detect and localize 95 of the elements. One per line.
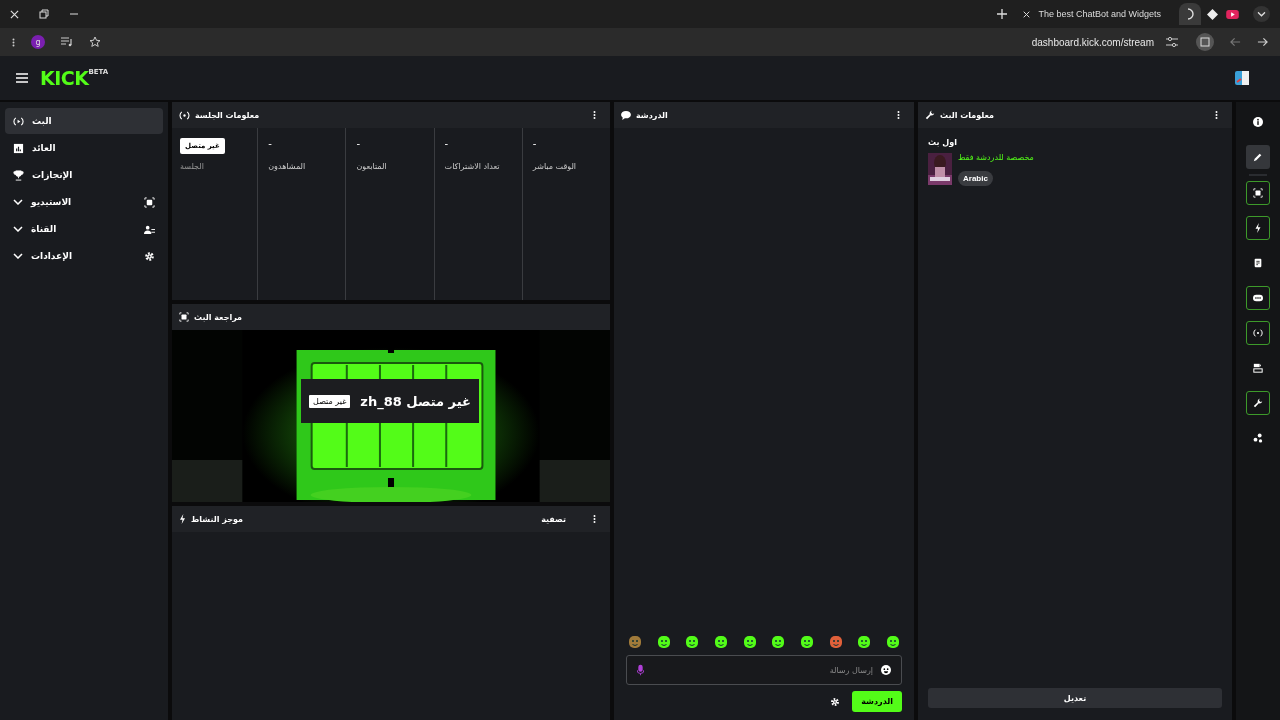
broadcast-icon bbox=[1253, 328, 1263, 338]
dots-icon bbox=[1253, 433, 1263, 443]
screen-icon bbox=[1253, 188, 1263, 198]
playlist-icon[interactable] bbox=[61, 37, 73, 47]
address-bar[interactable]: dashboard.kick.com/stream bbox=[1031, 36, 1154, 48]
broadcast-icon bbox=[179, 110, 190, 120]
stat-label: المشاهدون bbox=[268, 162, 306, 171]
chevron-down-icon[interactable] bbox=[13, 199, 23, 205]
panel-title: موجز النشاط bbox=[191, 514, 243, 524]
stream-title: اول بث bbox=[928, 138, 957, 147]
browser-tab[interactable]: The best ChatBot and Widgets bbox=[1017, 5, 1167, 23]
pencil-icon bbox=[1253, 152, 1263, 162]
video-play-icon[interactable] bbox=[1226, 9, 1239, 19]
star-icon[interactable] bbox=[89, 36, 101, 48]
restore-icon[interactable] bbox=[39, 9, 49, 19]
panel-title: معلومات الجلسة bbox=[195, 110, 260, 120]
stat-value: - bbox=[532, 138, 537, 150]
settings-icon bbox=[144, 250, 155, 262]
more-options-icon[interactable] bbox=[897, 110, 900, 120]
kick-logo[interactable]: KICK bbox=[40, 67, 89, 89]
back-arrow-icon[interactable] bbox=[1230, 37, 1241, 47]
panel-title: معلومات البث bbox=[940, 110, 994, 120]
tag-chip: Arabic bbox=[958, 171, 993, 186]
tune-icon[interactable] bbox=[1166, 37, 1178, 47]
panel-title: مراجعة البث bbox=[194, 312, 243, 322]
stat-label: الوقت مباشر bbox=[532, 162, 577, 171]
chat-bubble-icon bbox=[1253, 293, 1263, 303]
more-options-icon[interactable] bbox=[1215, 110, 1218, 120]
emote-icon[interactable] bbox=[799, 635, 814, 649]
chat-bubble-icon bbox=[621, 110, 631, 120]
chat-send-button[interactable]: الدردشة bbox=[852, 691, 902, 712]
sidebar-item[interactable]: العائد bbox=[5, 135, 163, 161]
emote-icon[interactable] bbox=[857, 635, 872, 649]
emote-icon[interactable] bbox=[656, 635, 671, 649]
stat-label: الجلسة bbox=[180, 162, 204, 171]
stat-label: تعداد الاشتراكات bbox=[444, 162, 500, 171]
loading-spinner-icon bbox=[1185, 8, 1195, 20]
settings-icon[interactable] bbox=[830, 696, 841, 707]
offline-title: غير متصل zh_88 bbox=[360, 393, 471, 409]
sidebar-item[interactable]: البث bbox=[5, 108, 163, 134]
stat-label: المتابعون bbox=[356, 162, 387, 171]
panel-title: الدردشة bbox=[636, 110, 668, 120]
emote-icon[interactable] bbox=[685, 635, 700, 649]
category-link[interactable]: مخصصة للدردشة فقط bbox=[958, 153, 1034, 162]
chevron-down-icon[interactable] bbox=[1253, 6, 1270, 22]
browser-tab[interactable] bbox=[1179, 3, 1201, 25]
sidebar-item[interactable]: الاستيديو bbox=[5, 189, 163, 215]
status-badge: غير متصل bbox=[309, 394, 351, 408]
close-icon[interactable] bbox=[10, 9, 19, 19]
emote-icon[interactable] bbox=[885, 635, 900, 649]
rail-button[interactable] bbox=[1246, 321, 1270, 345]
rail-button[interactable] bbox=[1246, 216, 1270, 240]
stat-value: - bbox=[268, 138, 272, 150]
emote-icon[interactable] bbox=[742, 635, 757, 649]
sidebar-item[interactable]: القناة bbox=[5, 216, 163, 242]
chevron-down-icon[interactable] bbox=[13, 253, 23, 259]
menu-icon[interactable] bbox=[16, 73, 28, 83]
rail-button[interactable] bbox=[1246, 391, 1270, 415]
sidebar-item[interactable]: الإنجازات bbox=[5, 162, 163, 188]
more-options-icon[interactable] bbox=[593, 514, 596, 524]
microphone-icon[interactable] bbox=[637, 664, 644, 676]
chart-icon bbox=[13, 142, 24, 154]
wrench-icon bbox=[925, 110, 935, 120]
stat-value: - bbox=[356, 138, 360, 150]
screen-icon bbox=[144, 196, 155, 208]
emote-icon[interactable] bbox=[713, 635, 728, 649]
broadcast-icon bbox=[13, 115, 24, 127]
document-icon bbox=[1253, 258, 1263, 268]
more-options-icon[interactable] bbox=[593, 110, 596, 120]
sidebar-item[interactable]: الإعدادات bbox=[5, 243, 163, 269]
new-tab-icon[interactable] bbox=[997, 9, 1008, 19]
rail-button[interactable] bbox=[1246, 181, 1270, 205]
filter-link[interactable]: تصفية bbox=[541, 514, 566, 524]
profile-avatar[interactable]: g bbox=[31, 35, 45, 49]
edit-button[interactable]: تعديل bbox=[928, 688, 1222, 708]
wrench-icon bbox=[1253, 398, 1263, 408]
rail-button[interactable] bbox=[1246, 145, 1270, 169]
extension-icon[interactable] bbox=[1196, 33, 1214, 51]
user-avatar-icon[interactable] bbox=[1234, 70, 1250, 86]
forward-arrow-icon[interactable] bbox=[1257, 37, 1268, 47]
emoji-icon[interactable] bbox=[881, 665, 891, 675]
layout-icon bbox=[1253, 363, 1263, 373]
rail-button[interactable] bbox=[1246, 286, 1270, 310]
bolt-icon bbox=[179, 514, 186, 524]
info-icon bbox=[1253, 117, 1263, 127]
people-icon bbox=[144, 223, 155, 235]
menu-dots-icon[interactable] bbox=[12, 36, 15, 48]
screen-icon bbox=[179, 312, 189, 322]
stat-value: - bbox=[444, 138, 449, 150]
diamond-icon[interactable] bbox=[1207, 8, 1218, 20]
close-icon[interactable] bbox=[1023, 10, 1031, 18]
bolt-icon bbox=[1253, 223, 1263, 233]
emote-icon[interactable] bbox=[771, 635, 786, 649]
message-input[interactable]: إرسال رسالة bbox=[652, 665, 873, 675]
chevron-down-icon[interactable] bbox=[13, 226, 23, 232]
